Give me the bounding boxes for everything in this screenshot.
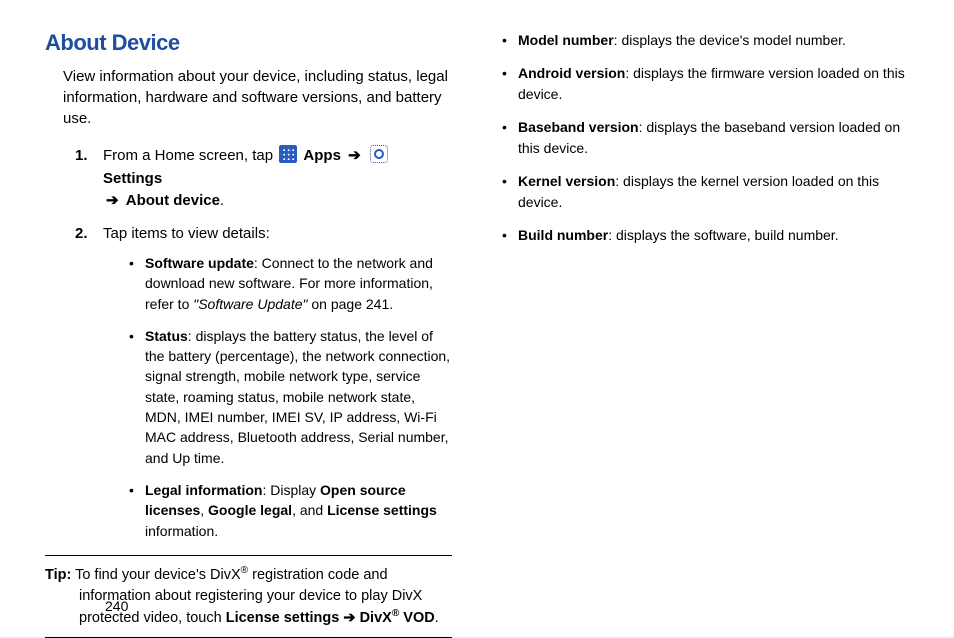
intro-paragraph: View information about your device, incl… bbox=[63, 66, 452, 129]
step-1: 1. From a Home screen, tap Apps ➔ Settin… bbox=[75, 145, 452, 213]
arrow-icon: ➔ bbox=[106, 192, 119, 209]
about-device-label: About device bbox=[126, 192, 220, 209]
tip-label: Tip: bbox=[45, 567, 71, 583]
bullet-software-update: Software update: Connect to the network … bbox=[129, 253, 452, 314]
tip-content: Tip: To find your device's DivX® registr… bbox=[45, 564, 452, 629]
bullet-build-number: Build number: displays the software, bui… bbox=[502, 225, 909, 246]
text: : displays the battery status, the level… bbox=[145, 328, 450, 466]
detail-bullets: Software update: Connect to the network … bbox=[129, 253, 452, 541]
section-title: About Device bbox=[45, 30, 452, 56]
bullet-model-number: Model number: displays the device's mode… bbox=[502, 30, 909, 51]
step-number: 2. bbox=[75, 223, 88, 246]
right-column: Model number: displays the device's mode… bbox=[482, 30, 909, 616]
left-column: About Device View information about your… bbox=[45, 30, 482, 616]
step-text: Tap items to view details: bbox=[103, 225, 270, 242]
manual-page: About Device View information about your… bbox=[0, 0, 954, 636]
settings-icon bbox=[370, 145, 388, 163]
steps-list: 1. From a Home screen, tap Apps ➔ Settin… bbox=[75, 145, 452, 541]
apps-label: Apps bbox=[303, 147, 341, 164]
term: Build number bbox=[518, 227, 608, 243]
step-2: 2. Tap items to view details: Software u… bbox=[75, 223, 452, 541]
term: Status bbox=[145, 328, 188, 344]
term: Baseband version bbox=[518, 119, 639, 135]
arrow-icon: ➔ bbox=[339, 610, 359, 626]
apps-icon bbox=[279, 145, 297, 163]
term: Kernel version bbox=[518, 173, 615, 189]
period: . bbox=[220, 192, 224, 209]
bold-term: License settings bbox=[226, 610, 340, 626]
bullet-android-version: Android version: displays the firmware v… bbox=[502, 63, 909, 105]
bullet-baseband-version: Baseband version: displays the baseband … bbox=[502, 117, 909, 159]
text: information. bbox=[145, 523, 218, 539]
bold-term: VOD bbox=[399, 610, 434, 626]
settings-label: Settings bbox=[103, 170, 162, 187]
page-number: 240 bbox=[105, 598, 128, 614]
term: Model number bbox=[518, 32, 614, 48]
bullet-legal: Legal information: Display Open source l… bbox=[129, 480, 452, 541]
bold-term: DivX bbox=[360, 610, 392, 626]
bold-term: License settings bbox=[327, 502, 437, 518]
text: on page 241. bbox=[307, 296, 393, 312]
term: Software update bbox=[145, 255, 254, 271]
text: : Display bbox=[262, 482, 320, 498]
text: : displays the device's model number. bbox=[614, 32, 846, 48]
bullet-status: Status: displays the battery status, the… bbox=[129, 326, 452, 468]
arrow-icon: ➔ bbox=[348, 147, 361, 164]
step-text-prefix: From a Home screen, tap bbox=[103, 147, 277, 164]
step-number: 1. bbox=[75, 145, 88, 168]
registered-mark: ® bbox=[241, 565, 248, 576]
term: Android version bbox=[518, 65, 625, 81]
reference: "Software Update" bbox=[193, 296, 307, 312]
tip-box: Tip: To find your device's DivX® registr… bbox=[45, 555, 452, 638]
bold-term: Google legal bbox=[208, 502, 292, 518]
sep: , bbox=[200, 502, 208, 518]
period: . bbox=[435, 610, 439, 626]
detail-bullets-continued: Model number: displays the device's mode… bbox=[502, 30, 909, 246]
sep: , and bbox=[292, 502, 327, 518]
bullet-kernel-version: Kernel version: displays the kernel vers… bbox=[502, 171, 909, 213]
term: Legal information bbox=[145, 482, 262, 498]
text: : displays the software, build number. bbox=[608, 227, 838, 243]
tip-text: To find your device's DivX bbox=[71, 567, 240, 583]
